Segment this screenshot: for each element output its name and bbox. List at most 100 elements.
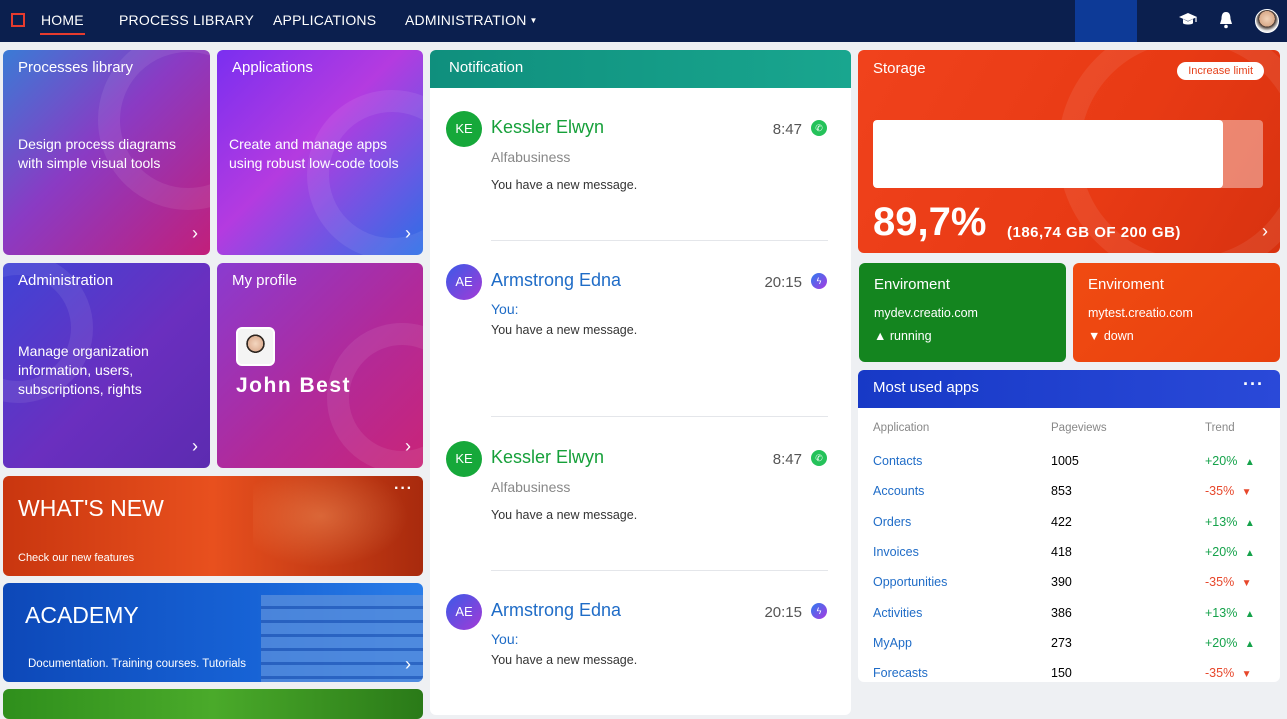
caret-down-icon: ▼	[529, 16, 538, 25]
pageviews-value: 390	[1051, 575, 1072, 590]
nav-administration[interactable]: ADMINISTRATION ▼	[405, 12, 538, 28]
app-link[interactable]: Accounts	[873, 476, 1051, 506]
message-time: 8:47	[772, 121, 802, 138]
chevron-right-icon: ›	[405, 654, 411, 674]
table-row[interactable]: Accounts 853 -35% ▼	[873, 476, 1265, 506]
chevron-right-icon: ›	[192, 436, 198, 456]
table-row[interactable]: Orders 422 +13% ▲	[873, 507, 1265, 537]
trend-value: -35%	[1205, 575, 1235, 590]
table-row[interactable]: Activities 386 +13% ▲	[873, 597, 1265, 627]
message-text: You have a new message.	[491, 323, 638, 337]
env-status: ▲ running	[874, 329, 932, 343]
message-time: 20:15	[764, 274, 802, 291]
pageviews-value: 273	[1051, 635, 1072, 650]
table-row[interactable]: Invoices 418 +20% ▲	[873, 537, 1265, 567]
profile-name: John Best	[236, 374, 352, 397]
banner-subtitle: Documentation. Training courses. Tutoria…	[28, 658, 246, 670]
table-row[interactable]: Opportunities 390 -35% ▼	[873, 567, 1265, 597]
pageviews-value: 853	[1051, 484, 1072, 499]
trend-value: +20%	[1205, 635, 1238, 650]
more-options-icon[interactable]: ···	[1243, 374, 1264, 395]
pageviews-value: 418	[1051, 545, 1072, 560]
more-options-icon[interactable]: ···	[394, 480, 413, 498]
chevron-right-icon: ›	[192, 223, 198, 243]
app-link[interactable]: MyApp	[873, 628, 1051, 658]
table-row[interactable]: Contacts 1005 +20% ▲	[873, 446, 1265, 476]
my-profile-tile[interactable]: My profile John Best ›	[217, 263, 423, 468]
env-title: Enviroment	[1088, 276, 1164, 293]
column-header: Application	[873, 422, 930, 434]
triangle-down-icon: ▼	[1088, 329, 1101, 343]
books-image	[261, 595, 423, 682]
env-status-label: running	[889, 329, 932, 343]
pageviews-value: 386	[1051, 605, 1072, 620]
table-header-row: Application Pageviews Trend	[873, 422, 1265, 446]
tile-title: Storage	[873, 60, 926, 77]
chevron-right-icon: ›	[1262, 221, 1268, 241]
processes-library-tile[interactable]: Processes library Design process diagram…	[3, 50, 210, 255]
storage-detail: (186,74 GB OF 200 GB)	[1007, 224, 1181, 241]
tile-description: Manage organization information, users, …	[18, 343, 149, 397]
nav-home[interactable]: HOME	[40, 12, 85, 35]
nav-highlight	[1075, 0, 1137, 42]
nav-applications[interactable]: APPLICATIONS	[273, 12, 376, 28]
academy-banner[interactable]: ACADEMY Documentation. Training courses.…	[3, 583, 423, 682]
chevron-right-icon: ›	[405, 436, 411, 456]
table-row[interactable]: MyApp 273 +20% ▲	[873, 628, 1265, 658]
storage-percent: 89,7%	[873, 200, 987, 244]
banner-title: WHAT'S NEW	[18, 495, 164, 521]
trend-value: +13%	[1205, 605, 1238, 620]
notification-panel: Notification KE Kessler Elwyn 8:47 ✆ Alf…	[430, 50, 851, 715]
contact-avatar: KE	[446, 111, 482, 147]
message-sender: You:	[491, 301, 519, 317]
table-row[interactable]: Forecasts 150 -35% ▼	[873, 658, 1265, 682]
increase-limit-button[interactable]: Increase limit	[1177, 62, 1264, 80]
whats-new-banner[interactable]: WHAT'S NEW Check our new features ···	[3, 476, 423, 576]
applications-tile[interactable]: Applications Create and manage apps usin…	[217, 50, 423, 255]
environment-card-test[interactable]: Enviroment mytest.creatio.com ▼ down	[1073, 263, 1280, 362]
contact-name[interactable]: Kessler Elwyn	[491, 117, 604, 138]
trend-value: +20%	[1205, 545, 1238, 560]
nav-process-library[interactable]: PROCESS LIBRARY	[119, 12, 254, 28]
env-host: mytest.creatio.com	[1088, 306, 1193, 320]
app-link[interactable]: Activities	[873, 597, 1051, 627]
administration-tile[interactable]: Administration Manage organization infor…	[3, 263, 210, 468]
partial-banner[interactable]	[3, 689, 423, 719]
trend-cell: +20% ▲	[1201, 628, 1265, 658]
bell-icon[interactable]	[1219, 11, 1233, 29]
whatsapp-icon: ✆	[811, 120, 827, 136]
trend-value: +13%	[1205, 514, 1238, 529]
contact-name[interactable]: Kessler Elwyn	[491, 447, 604, 468]
trend-up-icon: ▲	[1244, 548, 1255, 560]
notification-header: Notification	[430, 50, 851, 88]
contact-account: Alfabusiness	[491, 479, 571, 495]
tile-description: Create and manage apps using robust low-…	[229, 136, 399, 171]
graduation-cap-icon[interactable]	[1178, 12, 1198, 28]
chevron-right-icon: ›	[405, 223, 411, 243]
tile-title: Administration	[18, 272, 114, 289]
contact-name[interactable]: Armstrong Edna	[491, 270, 621, 291]
trend-cell: -35% ▼	[1201, 567, 1265, 597]
triangle-up-icon: ▲	[874, 329, 887, 343]
trend-value: +20%	[1205, 454, 1238, 469]
trend-down-icon: ▼	[1241, 578, 1252, 590]
panel-title: Most used apps	[873, 379, 979, 396]
app-link[interactable]: Invoices	[873, 537, 1051, 567]
trend-up-icon: ▲	[1244, 517, 1255, 529]
tile-title: My profile	[232, 272, 298, 289]
user-avatar[interactable]	[1255, 9, 1279, 33]
contact-account: Alfabusiness	[491, 149, 571, 165]
environment-card-dev[interactable]: Enviroment mydev.creatio.com ▲ running	[859, 263, 1066, 362]
env-title: Enviroment	[874, 276, 950, 293]
app-link[interactable]: Orders	[873, 507, 1051, 537]
storage-bar-fill	[873, 120, 1223, 188]
trend-up-icon: ▲	[1244, 457, 1255, 469]
app-link[interactable]: Forecasts	[873, 658, 1051, 682]
contact-name[interactable]: Armstrong Edna	[491, 600, 621, 621]
creatio-logo-icon[interactable]	[11, 13, 25, 27]
storage-tile[interactable]: Storage Increase limit 89,7% (186,74 GB …	[858, 50, 1280, 253]
app-link[interactable]: Opportunities	[873, 567, 1051, 597]
trend-cell: +20% ▲	[1201, 537, 1265, 567]
app-link[interactable]: Contacts	[873, 446, 1051, 476]
column-header: Pageviews	[1051, 422, 1107, 434]
